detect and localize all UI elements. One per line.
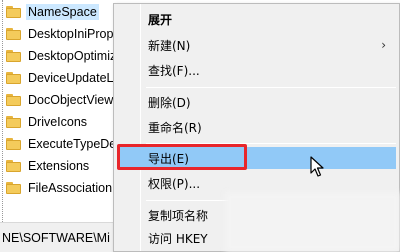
menu-item-label: 权限(P)... — [148, 176, 201, 191]
menu-item-export[interactable]: 导出(E) — [117, 147, 396, 169]
tree-item-label: DriveIcons — [28, 115, 88, 129]
menu-item-label: 展开 — [148, 12, 173, 27]
menu-item-label: 复制项名称 — [148, 208, 209, 223]
folder-icon — [6, 50, 21, 62]
menu-item-rename[interactable]: 重命名(R) — [117, 116, 396, 138]
tree-item-label: ExecuteTypeDel — [28, 137, 120, 151]
folder-icon — [6, 72, 21, 84]
tree-item-label: DesktopOptimiz — [28, 49, 117, 63]
menu-item-permissions[interactable]: 权限(P)... — [117, 172, 396, 194]
folder-icon — [6, 138, 21, 150]
menu-separator — [146, 143, 396, 144]
tree-item-label: NameSpace — [26, 4, 99, 20]
status-path: NE\SOFTWARE\Mi — [2, 230, 110, 245]
folder-icon — [6, 182, 21, 194]
folder-icon — [6, 94, 21, 106]
menu-item-label: 重命名(R) — [148, 120, 202, 135]
folder-icon — [6, 116, 21, 128]
menu-item-label: 查找(F)... — [148, 63, 200, 78]
menu-item-label: 删除(D) — [148, 95, 191, 110]
tree-item-label: DesktopIniProp — [28, 27, 114, 41]
folder-icon — [6, 6, 21, 18]
tree-item-label: Extensions — [28, 159, 90, 173]
menu-item-find[interactable]: 查找(F)... — [117, 59, 396, 81]
tree-item-label: FileAssociation — [28, 181, 113, 195]
menu-item-label: 新建(N) — [148, 38, 191, 53]
tree-item-label: DeviceUpdateLo — [28, 71, 121, 85]
menu-item-label: 导出(E) — [148, 151, 189, 166]
folder-icon — [6, 28, 21, 40]
menu-item-delete[interactable]: 删除(D) — [117, 91, 396, 113]
menu-item-expand[interactable]: 展开 — [117, 8, 396, 30]
menu-item-label: 访问 HKEY — [148, 231, 208, 246]
blurred-region — [225, 192, 400, 252]
menu-separator — [146, 87, 396, 88]
folder-icon — [6, 160, 21, 172]
menu-item-new[interactable]: 新建(N) › — [117, 34, 396, 56]
submenu-arrow-icon: › — [381, 38, 386, 52]
tree-item-label: DocObjectView — [28, 93, 114, 107]
mouse-pointer-icon — [310, 156, 324, 177]
